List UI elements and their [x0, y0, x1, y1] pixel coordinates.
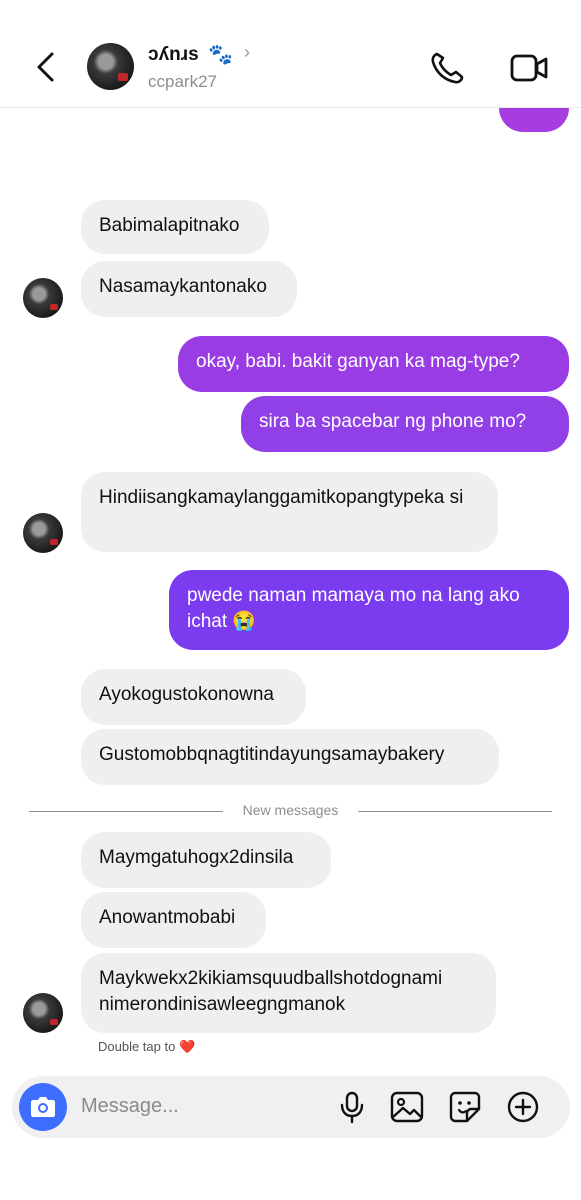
incoming-message[interactable]: Nasamaykantonako: [81, 261, 297, 317]
incoming-message[interactable]: Maykwekx2kikiamsquudballshotdognami nime…: [81, 953, 496, 1033]
outgoing-message[interactable]: pwede naman mamaya mo na lang ako ichat …: [169, 570, 569, 650]
camera-button[interactable]: [19, 1083, 67, 1131]
sender-avatar[interactable]: [23, 278, 63, 318]
incoming-message[interactable]: Hindiisangkamaylanggamitkopangtypeka si: [81, 472, 498, 552]
contact-username[interactable]: ccpark27: [148, 72, 217, 92]
incoming-message[interactable]: Babimalapitnako: [81, 200, 269, 254]
paw-emoji: 🐾: [208, 44, 233, 66]
video-call-icon[interactable]: [508, 51, 550, 85]
contact-display-name[interactable]: ɔʎnɹs: [148, 44, 199, 66]
gallery-icon[interactable]: [390, 1090, 424, 1124]
camera-icon: [31, 1097, 55, 1117]
incoming-message[interactable]: Ayokogustokonowna: [81, 669, 306, 725]
microphone-icon[interactable]: [335, 1090, 369, 1124]
double-tap-hint: Double tap to ❤️: [98, 1039, 196, 1054]
incoming-message[interactable]: Gustomobbqnagtitindayungsamaybakery: [81, 729, 499, 785]
message-composer: Message...: [12, 1076, 570, 1138]
plus-circle-icon[interactable]: [506, 1090, 540, 1124]
chevron-right-icon[interactable]: ›: [244, 42, 250, 63]
outgoing-message[interactable]: okay, babi. bakit ganyan ka mag-type?: [178, 336, 569, 392]
message-input[interactable]: Message...: [81, 1095, 179, 1118]
incoming-message[interactable]: Maymgatuhogx2dinsila: [81, 832, 331, 888]
outgoing-message[interactable]: sira ba spacebar ng phone mo?: [241, 396, 569, 452]
sender-avatar[interactable]: [23, 513, 63, 553]
contact-avatar[interactable]: [87, 43, 134, 90]
incoming-message[interactable]: Anowantmobabi: [81, 892, 266, 948]
new-messages-divider: New messages: [242, 802, 339, 818]
sender-avatar[interactable]: [23, 993, 63, 1033]
back-arrow-icon[interactable]: [30, 48, 64, 86]
divider-line-left: [29, 811, 223, 812]
sticker-icon[interactable]: [448, 1090, 482, 1124]
divider-line-right: [358, 811, 552, 812]
phone-call-icon[interactable]: [428, 50, 468, 86]
chat-header: ɔʎnɹs 🐾 › ccpark27: [0, 0, 581, 108]
